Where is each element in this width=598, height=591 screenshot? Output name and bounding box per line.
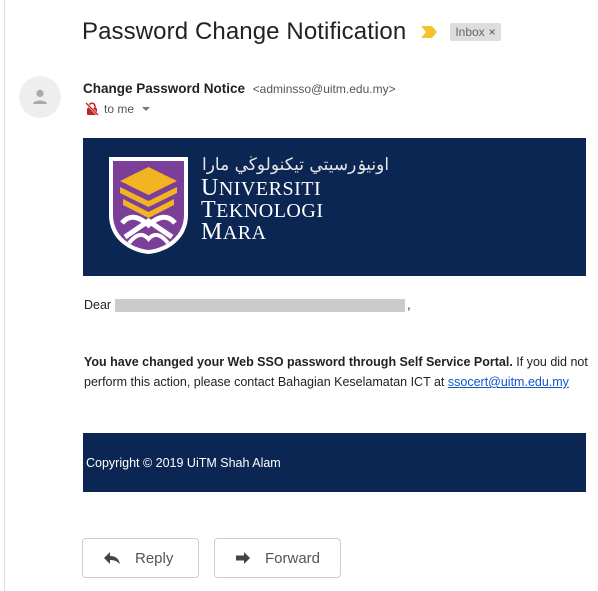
subject-row: Password Change Notification Inbox × [82, 17, 501, 47]
person-icon [33, 89, 47, 104]
email-subject: Password Change Notification [82, 18, 407, 45]
university-name-jawi: اونيۏرسيتي تيكنولوڬي مارا [202, 155, 390, 175]
action-buttons: Reply Forward [82, 538, 341, 578]
university-name-line-1: UNIVERSITI [201, 175, 322, 201]
remove-label-icon[interactable]: × [489, 25, 496, 39]
footer-banner: Copyright © 2019 UiTM Shah Alam [83, 433, 586, 492]
contact-email-link[interactable]: ssocert@uitm.edu.my [448, 375, 569, 389]
forward-arrow-icon [236, 552, 250, 564]
recipient-label[interactable]: to me [104, 102, 134, 116]
recipient-row: to me [85, 102, 151, 116]
reply-arrow-icon [104, 552, 120, 564]
reply-label: Reply [135, 549, 174, 567]
forward-label: Forward [265, 549, 321, 567]
message-body: You have changed your Web SSO password t… [84, 352, 594, 392]
uitm-logo-icon [109, 157, 188, 254]
sender-name[interactable]: Change Password Notice [83, 81, 245, 96]
sender-email: <adminsso@uitm.edu.my> [252, 82, 396, 96]
forward-button[interactable]: Forward [214, 538, 341, 578]
greeting-line: Dear , [84, 298, 411, 312]
lock-off-icon[interactable] [85, 102, 99, 116]
university-banner: اونيۏرسيتي تيكنولوڬي مارا UNIVERSITI TEK… [83, 138, 586, 276]
reply-button[interactable]: Reply [82, 538, 199, 578]
inbox-label-text: Inbox [455, 25, 485, 39]
university-name: UNIVERSITI TEKNOLOGI MARA [201, 175, 323, 245]
greeting-text: Dear [84, 298, 112, 312]
sender-avatar[interactable] [19, 76, 61, 118]
inbox-label-chip[interactable]: Inbox × [450, 23, 501, 41]
chevron-down-icon[interactable] [142, 107, 151, 111]
message-bold-sentence: You have changed your Web SSO password t… [84, 355, 513, 369]
sender-row: Change Password Notice <adminsso@uitm.ed… [83, 81, 396, 96]
importance-marker-icon[interactable] [420, 25, 438, 39]
footer-copyright: Copyright © 2019 UiTM Shah Alam [86, 455, 281, 470]
left-divider [4, 0, 5, 591]
redacted-recipient-name [115, 298, 406, 312]
greeting-punctuation: , [407, 298, 411, 312]
university-name-line-3: MARA [201, 219, 267, 245]
